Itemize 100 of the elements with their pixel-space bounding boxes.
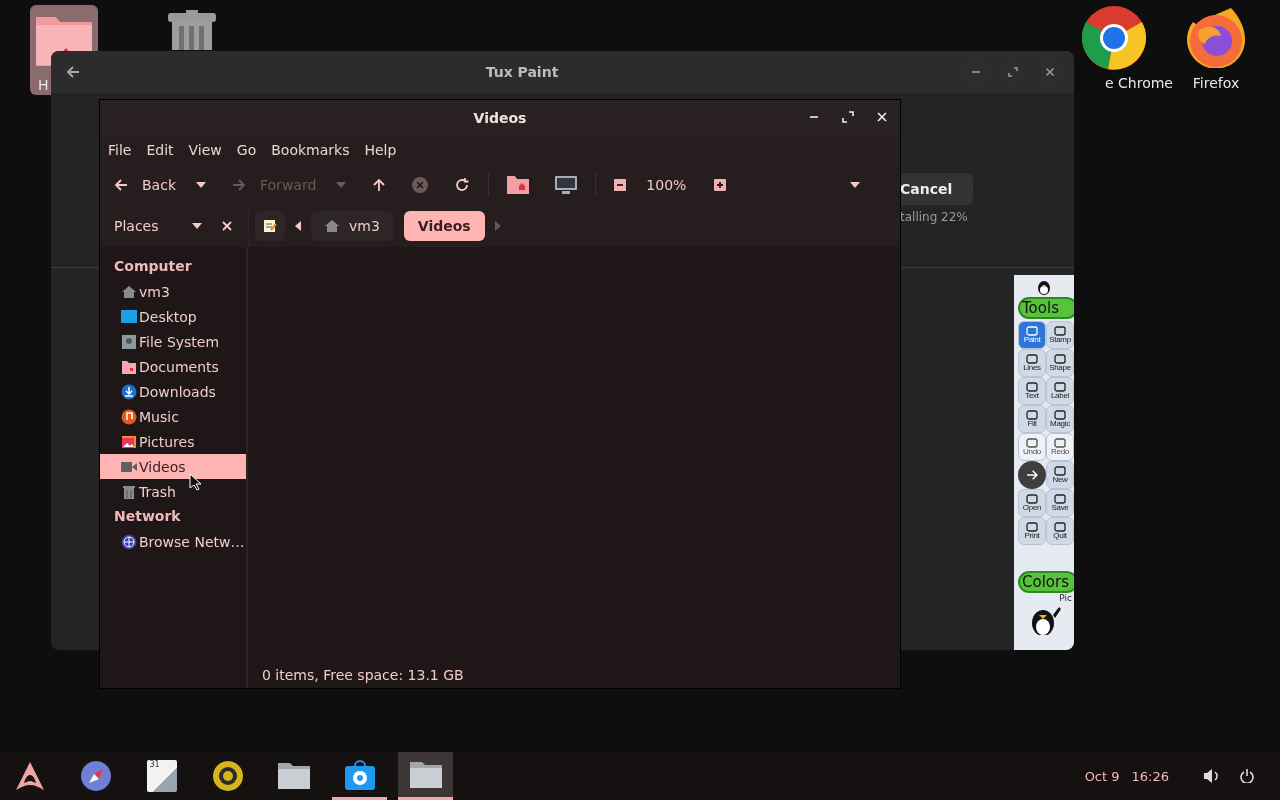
sidebar-item[interactable]: Trash [100, 479, 246, 504]
tool-icon [1054, 410, 1066, 420]
tool-button[interactable]: Shape [1046, 349, 1074, 377]
tool-button[interactable]: Save [1046, 489, 1074, 517]
browser-logo-icon[interactable] [1082, 6, 1146, 70]
progress-text: talling 22% [900, 210, 968, 224]
tool-button[interactable]: Quit [1046, 517, 1074, 545]
tool-icon [1026, 494, 1038, 504]
tool-button[interactable]: Open [1018, 489, 1046, 517]
sidebar-item[interactable]: Desktop [100, 304, 246, 329]
right-arrow-icon[interactable] [494, 221, 501, 231]
tool-icon [1026, 354, 1038, 364]
desktop-icon-label: H [38, 77, 49, 93]
folder-icon [121, 358, 137, 375]
tool-button[interactable]: Magic [1046, 405, 1074, 433]
sidebar-item[interactable]: Videos [100, 454, 246, 479]
home-icon [325, 220, 339, 232]
left-arrow-icon[interactable] [295, 221, 301, 231]
colors-heading: Colors [1018, 571, 1074, 593]
sidebar-item[interactable]: Downloads [100, 379, 246, 404]
tool-icon [1026, 410, 1038, 420]
taskbar-app[interactable] [398, 752, 453, 800]
menu-item[interactable]: Help [364, 142, 397, 158]
zoom-out-icon[interactable] [614, 179, 627, 191]
folder-icon [409, 761, 442, 788]
cursor-icon [189, 473, 201, 491]
forward-arrow-icon [232, 179, 246, 191]
sidebar-heading: Computer [113, 257, 193, 276]
desktop-icon [121, 308, 137, 325]
menu-item[interactable]: Edit [146, 142, 174, 158]
tool-button[interactable]: Stamp [1046, 321, 1074, 349]
back-button[interactable]: Back [114, 177, 176, 193]
cancel-button[interactable]: Cancel [900, 173, 973, 205]
sidebar-item[interactable]: vm3 [100, 279, 246, 304]
compass-icon [80, 761, 111, 791]
clock-date[interactable]: Oct 9 [1084, 768, 1120, 784]
sidebar-item[interactable]: File System [100, 329, 246, 354]
menu-item[interactable]: Go [236, 142, 257, 158]
next-arrow-button[interactable] [1018, 461, 1046, 489]
path-button[interactable]: Videos [403, 211, 485, 241]
folder-icon [277, 763, 310, 789]
volume-icon[interactable] [1204, 769, 1220, 783]
power-icon[interactable] [1240, 769, 1254, 783]
window-title: Tux Paint [484, 64, 560, 80]
places-dropdown[interactable]: Places [114, 218, 172, 234]
sidebar-heading: Network [113, 507, 182, 526]
zoom-level: 100% [646, 177, 687, 193]
clock-time[interactable]: 16:26 [1131, 768, 1169, 784]
caret-icon[interactable] [196, 182, 206, 188]
tool-icon [1054, 466, 1066, 476]
trash-icon [121, 483, 137, 500]
tool-icon [1026, 326, 1038, 336]
window-title: Videos [473, 109, 527, 126]
caret-icon[interactable] [192, 223, 202, 229]
tool-icon [1054, 438, 1066, 448]
tool-button[interactable]: New [1046, 461, 1074, 489]
tool-button[interactable]: Paint [1018, 321, 1046, 349]
notepad-icon [263, 219, 277, 233]
tool-icon [1054, 494, 1066, 504]
tool-button[interactable]: Label [1046, 377, 1074, 405]
tool-button[interactable]: Fill [1018, 405, 1046, 433]
home-icon [121, 283, 137, 300]
tool-caption: Pic [1059, 593, 1072, 603]
tools-heading: Tools [1018, 297, 1074, 319]
sidebar-item[interactable]: Documents [100, 354, 246, 379]
tool-button[interactable]: Text [1018, 377, 1046, 405]
bag-icon [344, 759, 375, 790]
zoom-in-icon[interactable] [714, 179, 727, 191]
tool-icon [1054, 382, 1066, 392]
reload-icon[interactable] [454, 177, 471, 193]
download-icon [121, 383, 137, 400]
tool-icon [1054, 522, 1066, 532]
trash-icon[interactable] [168, 10, 216, 50]
speaker-icon [212, 761, 243, 791]
up-arrow-icon[interactable] [372, 178, 387, 192]
close-icon[interactable] [222, 221, 232, 231]
tool-icon [1026, 522, 1038, 532]
tool-icon [1054, 354, 1066, 364]
menu-item[interactable]: File [108, 142, 132, 158]
maximize-icon[interactable] [842, 111, 854, 123]
sidebar-item[interactable]: Pictures [100, 429, 246, 454]
caret-icon[interactable] [850, 182, 860, 188]
taskbar-app[interactable]: 31 [134, 752, 189, 800]
sidebar-item[interactable]: Browse Netw… [100, 529, 246, 554]
menu-item[interactable]: View [188, 142, 222, 158]
edit-path-button[interactable] [255, 211, 285, 241]
tool-button[interactable]: Print [1018, 517, 1046, 545]
music-note-icon [121, 408, 137, 425]
desktop-icon-label: Firefox [1192, 75, 1240, 91]
fox-globe-icon[interactable] [1187, 8, 1245, 68]
back-arrow-icon [114, 179, 128, 191]
computer-icon[interactable] [555, 176, 578, 194]
globe-icon [121, 533, 137, 550]
home-folder-icon[interactable] [507, 176, 530, 194]
drive-icon [121, 333, 137, 350]
back-arrow-icon[interactable] [66, 66, 80, 78]
menu-item[interactable]: Bookmarks [271, 142, 350, 158]
path-button[interactable]: vm3 [311, 211, 394, 241]
tool-button[interactable]: Lines [1018, 349, 1046, 377]
sidebar-item[interactable]: Music [100, 404, 246, 429]
